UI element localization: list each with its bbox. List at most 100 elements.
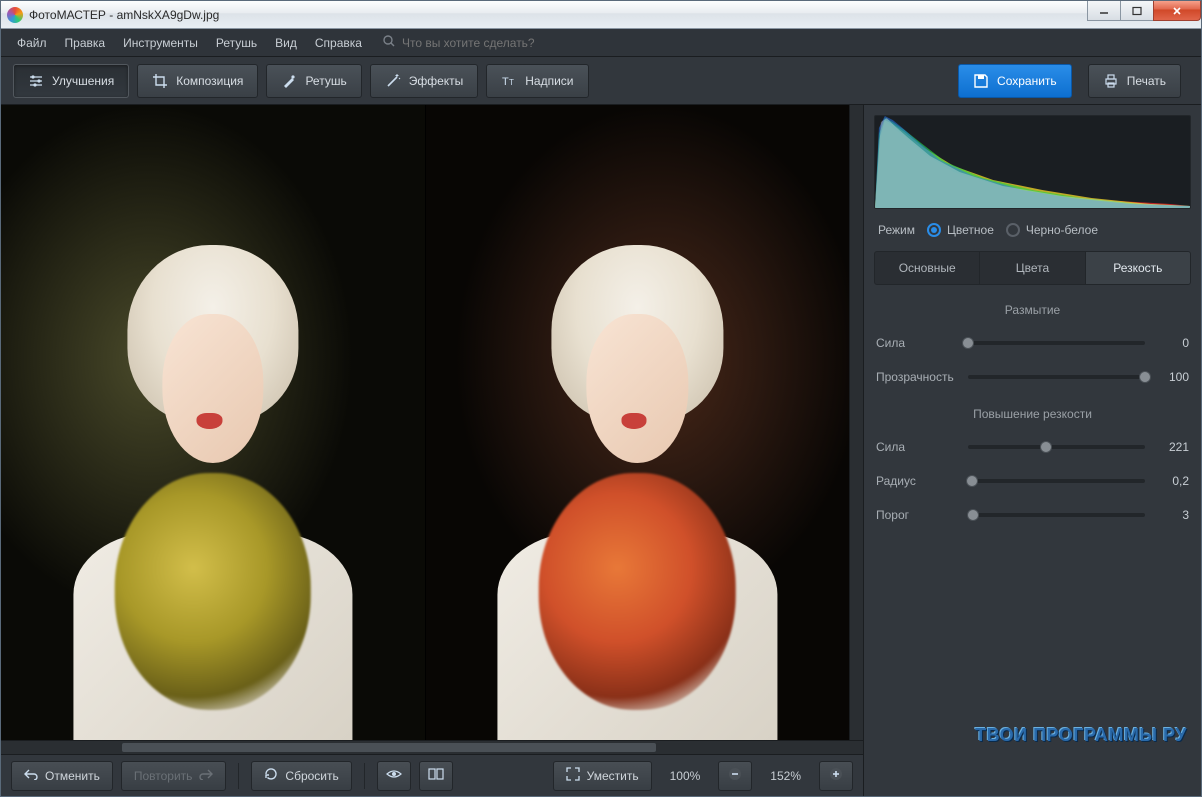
radio-bw-label[interactable]: Черно-белое (1026, 223, 1098, 237)
section-sharp: Повышение резкости (874, 407, 1191, 421)
text-icon: TT (501, 73, 517, 89)
image-after (425, 105, 850, 740)
mode-label: Режим (878, 223, 915, 237)
slider-label: Сила (876, 336, 958, 350)
app-icon (7, 7, 23, 23)
redo-label: Повторить (134, 769, 193, 783)
menu-view[interactable]: Вид (267, 32, 305, 54)
menu-help[interactable]: Справка (307, 32, 370, 54)
slider-track[interactable] (968, 513, 1145, 517)
slider-label: Радиус (876, 474, 958, 488)
compare-icon (428, 767, 444, 784)
slider-value: 0,2 (1155, 474, 1189, 488)
bottombar: Отменить Повторить Сбросить (1, 754, 863, 796)
preview-toggle-button[interactable] (377, 761, 411, 791)
compare-toggle-button[interactable] (419, 761, 453, 791)
crop-icon (152, 73, 168, 89)
print-icon (1103, 73, 1119, 89)
tool-captions-label: Надписи (525, 74, 573, 88)
undo-button[interactable]: Отменить (11, 761, 113, 791)
plus-icon (829, 767, 843, 784)
slider-track[interactable] (968, 341, 1145, 345)
scrollbar-thumb[interactable] (122, 743, 656, 752)
brush-icon (281, 73, 297, 89)
tool-enhance-label: Улучшения (52, 74, 114, 88)
close-button[interactable] (1153, 1, 1201, 21)
redo-icon (199, 768, 213, 783)
eye-icon (386, 768, 402, 783)
sidepanel-tabs: Основные Цвета Резкость (874, 251, 1191, 285)
svg-text:T: T (509, 78, 514, 87)
svg-text:T: T (502, 76, 509, 88)
save-button[interactable]: Сохранить (958, 64, 1072, 98)
slider-track[interactable] (968, 445, 1145, 449)
slider-thumb[interactable] (1139, 371, 1151, 383)
menubar: Файл Правка Инструменты Ретушь Вид Справ… (1, 29, 1201, 57)
undo-icon (24, 768, 38, 783)
radio-bw[interactable] (1006, 223, 1020, 237)
tab-sharpness[interactable]: Резкость (1086, 252, 1190, 284)
minimize-button[interactable] (1087, 1, 1121, 21)
print-button[interactable]: Печать (1088, 64, 1181, 98)
reset-button[interactable]: Сбросить (251, 761, 351, 791)
tool-retouch-label: Ретушь (305, 74, 346, 88)
tab-basic[interactable]: Основные (875, 252, 980, 284)
tool-effects[interactable]: Эффекты (370, 64, 479, 98)
menu-search-input[interactable] (402, 36, 582, 50)
menu-file[interactable]: Файл (9, 32, 55, 54)
tool-captions[interactable]: TT Надписи (486, 64, 588, 98)
slider-value: 3 (1155, 508, 1189, 522)
maximize-button[interactable] (1120, 1, 1154, 21)
slider-label: Прозрачность (876, 370, 958, 384)
slider-value: 221 (1155, 440, 1189, 454)
image-before (1, 105, 425, 740)
radio-color[interactable] (927, 223, 941, 237)
menu-retouch[interactable]: Ретушь (208, 32, 265, 54)
canvas-area: Отменить Повторить Сбросить (1, 105, 863, 796)
tool-enhance[interactable]: Улучшения (13, 64, 129, 98)
slider-strength2: Сила 221 (874, 435, 1191, 459)
vertical-scrollbar[interactable] (849, 105, 863, 740)
zoom-in-button[interactable] (819, 761, 853, 791)
radio-color-label[interactable]: Цветное (947, 223, 994, 237)
titlebar: ФотоМАСТЕР - amNskXA9gDw.jpg (1, 1, 1201, 29)
slider-thumb[interactable] (962, 337, 974, 349)
histogram (874, 115, 1191, 209)
slider-value: 100 (1155, 370, 1189, 384)
sliders-icon (28, 73, 44, 89)
slider-threshold: Порог 3 (874, 503, 1191, 527)
zoom-current: 152% (760, 769, 811, 783)
redo-button[interactable]: Повторить (121, 761, 227, 791)
canvas-view[interactable] (1, 105, 863, 740)
mode-row: Режим Цветное Черно-белое (874, 219, 1191, 241)
zoom-out-button[interactable] (718, 761, 752, 791)
fit-button[interactable]: Уместить (553, 761, 652, 791)
sidepanel: Режим Цветное Черно-белое Основные Цвета… (863, 105, 1201, 796)
slider-thumb[interactable] (966, 475, 978, 487)
reset-icon (264, 767, 278, 784)
tool-retouch[interactable]: Ретушь (266, 64, 361, 98)
slider-thumb[interactable] (1040, 441, 1052, 453)
horizontal-scrollbar[interactable] (1, 740, 863, 754)
slider-value: 0 (1155, 336, 1189, 350)
fit-label: Уместить (587, 769, 639, 783)
tool-composition[interactable]: Композиция (137, 64, 258, 98)
slider-label: Сила (876, 440, 958, 454)
zoom-base: 100% (660, 769, 711, 783)
slider-track[interactable] (968, 375, 1145, 379)
undo-label: Отменить (45, 769, 100, 783)
slider-track[interactable] (968, 479, 1145, 483)
menu-tools[interactable]: Инструменты (115, 32, 206, 54)
print-label: Печать (1127, 74, 1166, 88)
slider-radius: Радиус 0,2 (874, 469, 1191, 493)
toolbar: Улучшения Композиция Ретушь Эффекты TT Н… (1, 57, 1201, 105)
slider-thumb[interactable] (967, 509, 979, 521)
section-blur: Размытие (874, 303, 1191, 317)
menu-edit[interactable]: Правка (57, 32, 114, 54)
watermark: ТВОИ ПРОГРАММЫ РУ (975, 725, 1187, 746)
save-icon (973, 73, 989, 89)
minus-icon (728, 767, 742, 784)
tab-colors[interactable]: Цвета (980, 252, 1085, 284)
tool-effects-label: Эффекты (409, 74, 464, 88)
tool-composition-label: Композиция (176, 74, 243, 88)
